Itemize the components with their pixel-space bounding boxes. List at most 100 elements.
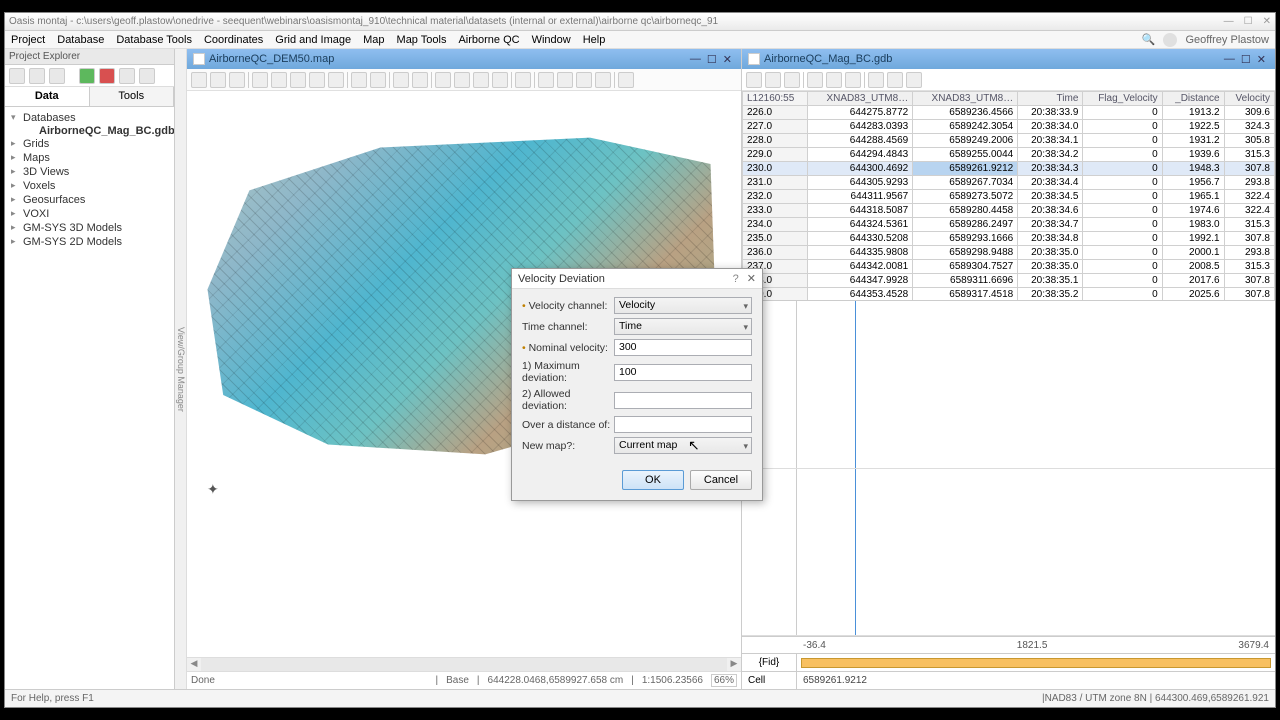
cell[interactable]: 307.8	[1224, 162, 1274, 176]
cell[interactable]: 6589298.9488	[913, 246, 1018, 260]
cell[interactable]: 20:38:35.2	[1018, 288, 1083, 302]
cell[interactable]: 6589286.2497	[913, 218, 1018, 232]
dialog-input[interactable]	[614, 392, 752, 409]
tree-active-db[interactable]: AirborneQC_Mag_BC.gdb	[7, 125, 172, 137]
cell[interactable]: 315.3	[1224, 148, 1274, 162]
cell[interactable]: 232.0	[743, 190, 808, 204]
data-tool-6[interactable]	[845, 72, 861, 88]
cell[interactable]: 226.0	[743, 106, 808, 120]
cell[interactable]: 20:38:33.9	[1018, 106, 1083, 120]
dialog-input[interactable]: 300	[614, 339, 752, 356]
data-table-icon[interactable]	[906, 72, 922, 88]
profile-pane-2[interactable]	[742, 469, 1275, 637]
scroll-right-icon[interactable]: ▶	[727, 658, 741, 671]
view-groups-sidebar[interactable]: View/Group Manager	[175, 49, 187, 689]
cell[interactable]: 644275.8772	[808, 106, 913, 120]
profile-pane-1[interactable]	[742, 301, 1275, 469]
dialog-close-icon[interactable]: ✕	[747, 272, 756, 285]
cell[interactable]: 231.0	[743, 176, 808, 190]
map-hscroll[interactable]: ◀ ▶	[187, 657, 741, 671]
cell[interactable]: 1956.7	[1162, 176, 1224, 190]
cell[interactable]: 6589317.4518	[913, 288, 1018, 302]
cell[interactable]: 234.0	[743, 218, 808, 232]
cell[interactable]: 644324.5361	[808, 218, 913, 232]
cell[interactable]: 644283.0393	[808, 120, 913, 134]
cell[interactable]: 227.0	[743, 120, 808, 134]
toolbar-icon-1[interactable]	[9, 68, 25, 84]
cell[interactable]: 324.3	[1224, 120, 1274, 134]
cell[interactable]: 644305.9293	[808, 176, 913, 190]
map-maximize-icon[interactable]: ☐	[704, 53, 720, 66]
cell[interactable]: 0	[1083, 274, 1162, 288]
dialog-titlebar[interactable]: Velocity Deviation ? ✕	[512, 269, 762, 289]
menu-help[interactable]: Help	[583, 34, 606, 46]
tab-tools[interactable]: Tools	[90, 87, 175, 106]
cell[interactable]: 0	[1083, 134, 1162, 148]
cell[interactable]: 1913.2	[1162, 106, 1224, 120]
tree-geosurfaces[interactable]: Geosurfaces	[7, 193, 172, 207]
fid-bar[interactable]	[801, 658, 1271, 668]
cell[interactable]: 20:38:34.7	[1018, 218, 1083, 232]
map-zoom-in-icon[interactable]	[271, 72, 287, 88]
tab-data[interactable]: Data	[5, 87, 90, 106]
cell[interactable]: 20:38:34.0	[1018, 120, 1083, 134]
menu-map[interactable]: Map	[363, 34, 384, 46]
menu-database[interactable]: Database	[57, 34, 104, 46]
col-header[interactable]: XNAD83_UTM8…	[808, 92, 913, 106]
cell[interactable]: 6589293.1666	[913, 232, 1018, 246]
data-maximize-icon[interactable]: ☐	[1238, 53, 1254, 66]
data-close-icon[interactable]: ✕	[1254, 53, 1269, 66]
map-tool-e[interactable]	[515, 72, 531, 88]
cell[interactable]: 6589242.3054	[913, 120, 1018, 134]
map-tool-h[interactable]	[576, 72, 592, 88]
table-row[interactable]: 239.0644353.45286589317.451820:38:35.202…	[743, 288, 1275, 302]
play-icon[interactable]	[79, 68, 95, 84]
cell[interactable]: 233.0	[743, 204, 808, 218]
cell[interactable]: 1965.1	[1162, 190, 1224, 204]
cell[interactable]: 2008.5	[1162, 260, 1224, 274]
cell[interactable]: 315.3	[1224, 218, 1274, 232]
map-tool-j[interactable]	[618, 72, 634, 88]
map-close-icon[interactable]: ✕	[720, 53, 735, 66]
cell[interactable]: 0	[1083, 148, 1162, 162]
cell[interactable]: 307.8	[1224, 232, 1274, 246]
data-chart-icon[interactable]	[887, 72, 903, 88]
stop-icon[interactable]	[119, 68, 135, 84]
data-grid[interactable]: L12160:55XNAD83_UTM8…XNAD83_UTM8…TimeFla…	[742, 91, 1275, 301]
map-tool-b[interactable]	[454, 72, 470, 88]
dialog-input[interactable]: 100	[614, 364, 752, 381]
cell[interactable]: 1939.6	[1162, 148, 1224, 162]
record-icon[interactable]	[99, 68, 115, 84]
cell[interactable]: 293.8	[1224, 246, 1274, 260]
maximize-icon[interactable]: ☐	[1244, 16, 1253, 27]
map-tool-a[interactable]	[435, 72, 451, 88]
cell[interactable]: 644353.4528	[808, 288, 913, 302]
cell[interactable]: 305.8	[1224, 134, 1274, 148]
map-zoom-combo[interactable]: 66%	[711, 674, 737, 687]
map-tool-3[interactable]	[229, 72, 245, 88]
dialog-combo[interactable]: Velocity	[614, 297, 752, 314]
cell[interactable]: 20:38:35.0	[1018, 260, 1083, 274]
minimize-icon[interactable]: —	[1224, 16, 1234, 27]
tree-databases[interactable]: Databases	[7, 111, 172, 125]
cell[interactable]: 0	[1083, 260, 1162, 274]
map-tool-i[interactable]	[595, 72, 611, 88]
cell[interactable]: 6589273.5072	[913, 190, 1018, 204]
data-doc-tab[interactable]: AirborneQC_Mag_BC.gdb — ☐ ✕	[742, 49, 1275, 69]
table-row[interactable]: 236.0644335.98086589298.948820:38:35.002…	[743, 246, 1275, 260]
cell[interactable]: 322.4	[1224, 190, 1274, 204]
table-row[interactable]: 238.0644347.99286589311.669620:38:35.102…	[743, 274, 1275, 288]
cell[interactable]: 20:38:35.0	[1018, 246, 1083, 260]
cell[interactable]: 6589255.0044	[913, 148, 1018, 162]
cell[interactable]: 0	[1083, 288, 1162, 302]
table-row[interactable]: 228.0644288.45696589249.200620:38:34.101…	[743, 134, 1275, 148]
tree-grids[interactable]: Grids	[7, 137, 172, 151]
close-icon[interactable]: ✕	[1263, 16, 1271, 27]
table-row[interactable]: 230.0644300.46926589261.921220:38:34.301…	[743, 162, 1275, 176]
table-row[interactable]: 232.0644311.95676589273.507220:38:34.501…	[743, 190, 1275, 204]
search-icon[interactable]: 🔍	[1142, 33, 1156, 46]
table-row[interactable]: 227.0644283.03936589242.305420:38:34.001…	[743, 120, 1275, 134]
cell[interactable]: 1922.5	[1162, 120, 1224, 134]
map-tool-2[interactable]	[210, 72, 226, 88]
col-header[interactable]: Flag_Velocity	[1083, 92, 1162, 106]
